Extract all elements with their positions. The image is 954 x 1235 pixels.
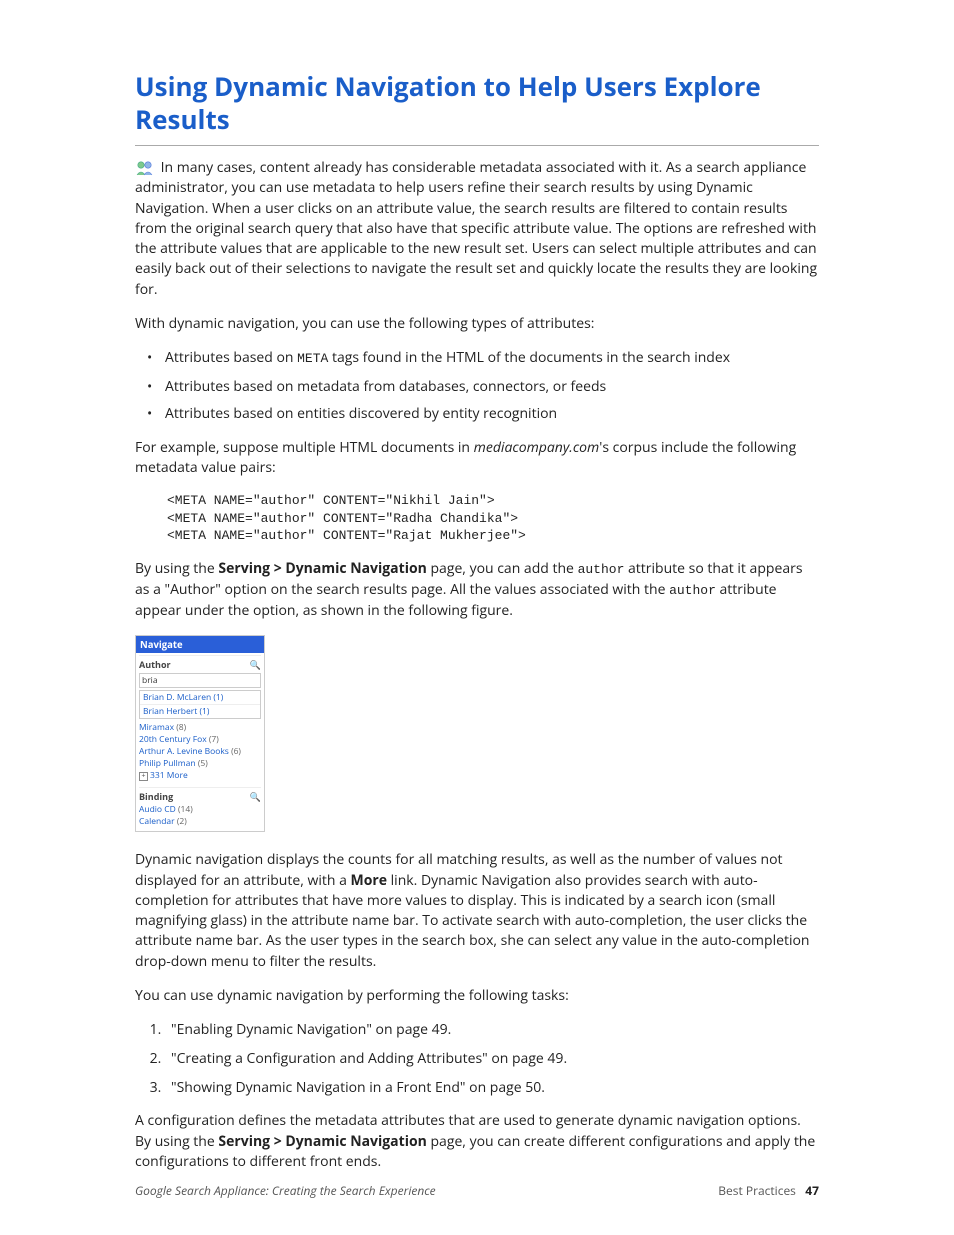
config-paragraph: A configuration defines the metadata att…	[135, 1111, 819, 1172]
facet-link[interactable]: Arthur A. Levine Books (6)	[139, 746, 261, 757]
search-icon[interactable]: 🔍	[250, 658, 261, 671]
facet-link[interactable]: 20th Century Fox (7)	[139, 734, 261, 745]
list-item: "Creating a Configuration and Adding Att…	[165, 1049, 819, 1068]
more-link[interactable]: +331 More	[139, 770, 261, 781]
binding-section: Binding 🔍 Audio CD (14) Calendar (2)	[136, 785, 264, 831]
intro-text: In many cases, content already has consi…	[135, 158, 817, 299]
page-footer: Google Search Appliance: Creating the Se…	[135, 1182, 819, 1199]
counts-paragraph: Dynamic navigation displays the counts f…	[135, 850, 819, 972]
facet-link[interactable]: Calendar (2)	[139, 816, 261, 827]
author-section: Author 🔍 bria Brian D. McLaren (1) Brian…	[136, 653, 264, 785]
author-title: Author	[139, 658, 171, 671]
page-number: 47	[805, 1182, 819, 1199]
author-code: author	[669, 583, 716, 598]
meta-code: META	[297, 351, 328, 366]
navigate-panel-figure: Navigate Author 🔍 bria Brian D. McLaren …	[135, 635, 265, 832]
list-item: Attributes based on META tags found in t…	[165, 348, 819, 368]
page-title: Using Dynamic Navigation to Help Users E…	[135, 70, 819, 146]
suggestion-dropdown: Brian D. McLaren (1) Brian Herbert (1)	[139, 690, 261, 719]
author-search-input[interactable]: bria	[139, 673, 261, 688]
page-body: Using Dynamic Navigation to Help Users E…	[0, 0, 954, 1235]
search-icon[interactable]: 🔍	[250, 790, 261, 803]
suggestion-item[interactable]: Brian Herbert (1)	[140, 705, 260, 718]
serving-path: Serving > Dynamic Navigation	[218, 1132, 426, 1151]
intro-paragraph: In many cases, content already has consi…	[135, 158, 819, 300]
people-icon	[135, 160, 155, 176]
more-bold: More	[351, 871, 388, 890]
list-item: Attributes based on entities discovered …	[165, 404, 819, 424]
attrs-lead: With dynamic navigation, you can use the…	[135, 314, 819, 334]
domain-text: mediacompany.com	[474, 438, 600, 457]
attribute-types-list: Attributes based on META tags found in t…	[135, 348, 819, 423]
expand-icon: +	[139, 772, 148, 781]
facet-link[interactable]: Philip Pullman (5)	[139, 758, 261, 769]
suggestion-item[interactable]: Brian D. McLaren (1)	[140, 691, 260, 705]
list-item: "Enabling Dynamic Navigation" on page 49…	[165, 1020, 819, 1039]
footer-right: Best Practices 47	[718, 1182, 819, 1199]
tasks-lead: You can use dynamic navigation by perfor…	[135, 986, 819, 1006]
list-item: Attributes based on metadata from databa…	[165, 377, 819, 397]
author-code: author	[578, 562, 625, 577]
navigate-header: Navigate	[136, 636, 264, 653]
facet-link[interactable]: Audio CD (14)	[139, 804, 261, 815]
meta-code-block: <META NAME="author" CONTENT="Nikhil Jain…	[167, 492, 819, 545]
serving-paragraph-1: By using the Serving > Dynamic Navigatio…	[135, 559, 819, 621]
list-item: "Showing Dynamic Navigation in a Front E…	[165, 1078, 819, 1097]
serving-path: Serving > Dynamic Navigation	[218, 559, 426, 578]
tasks-list: "Enabling Dynamic Navigation" on page 49…	[135, 1020, 819, 1097]
footer-left: Google Search Appliance: Creating the Se…	[135, 1182, 436, 1199]
example-lead: For example, suppose multiple HTML docum…	[135, 438, 819, 479]
facet-link[interactable]: Miramax (8)	[139, 722, 261, 733]
binding-title: Binding	[139, 790, 173, 803]
